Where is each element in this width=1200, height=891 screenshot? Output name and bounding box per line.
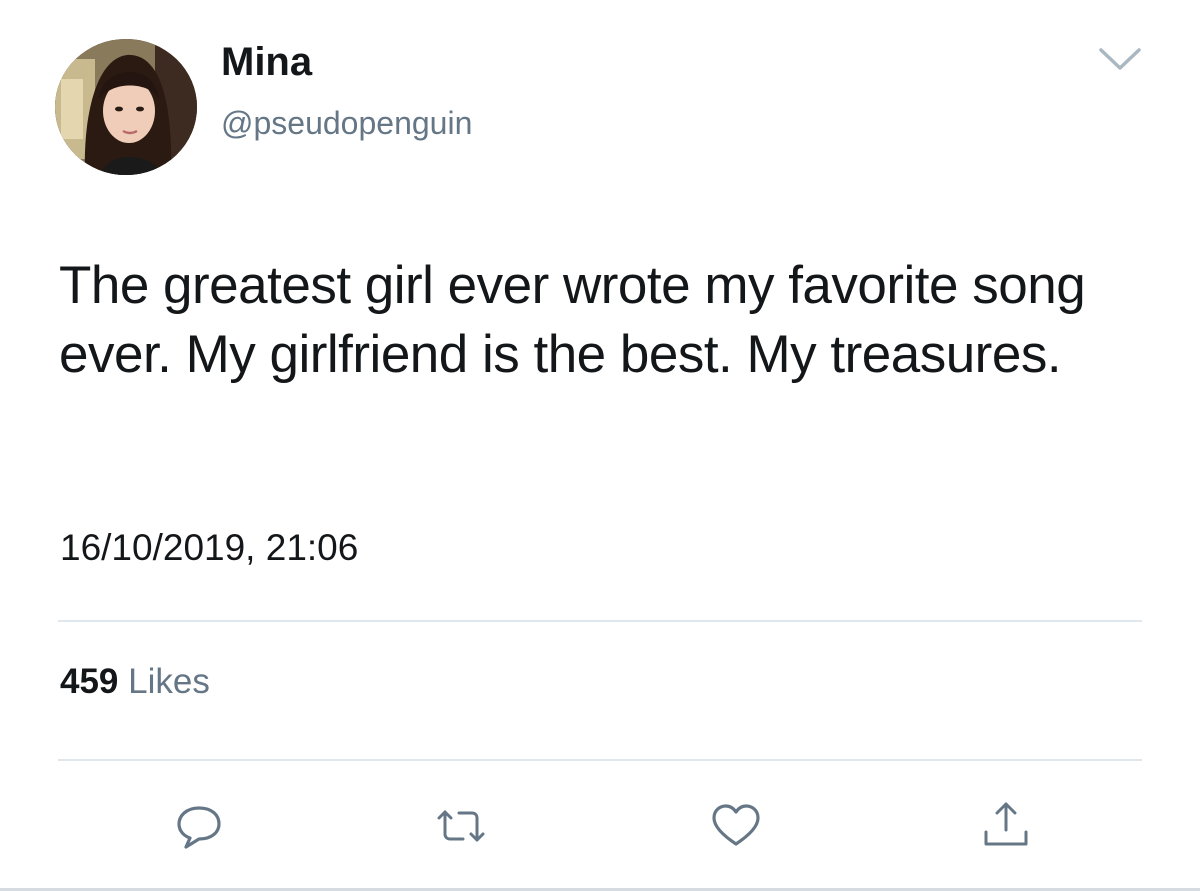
heart-icon [712,804,760,846]
retweet-button[interactable] [431,798,491,854]
likes-count: 459 [60,662,119,701]
avatar[interactable] [55,39,197,175]
divider [58,759,1142,761]
user-handle[interactable]: @pseudopenguin [221,107,472,139]
reply-icon [177,806,221,849]
share-icon [984,802,1028,846]
tweet-timestamp[interactable]: 16/10/2019, 21:06 [60,529,358,566]
display-name[interactable]: Mina [221,42,312,82]
share-button[interactable] [976,798,1036,854]
retweet-icon [437,810,485,842]
avatar-photo [55,39,197,175]
likes-stat[interactable]: 459 Likes [60,664,210,699]
divider [58,620,1142,622]
likes-label: Likes [128,662,210,701]
reply-button[interactable] [169,798,229,854]
chevron-down-icon[interactable] [1098,44,1142,74]
tweet-text: The greatest girl ever wrote my favorite… [59,256,1086,384]
like-button[interactable] [706,798,766,854]
